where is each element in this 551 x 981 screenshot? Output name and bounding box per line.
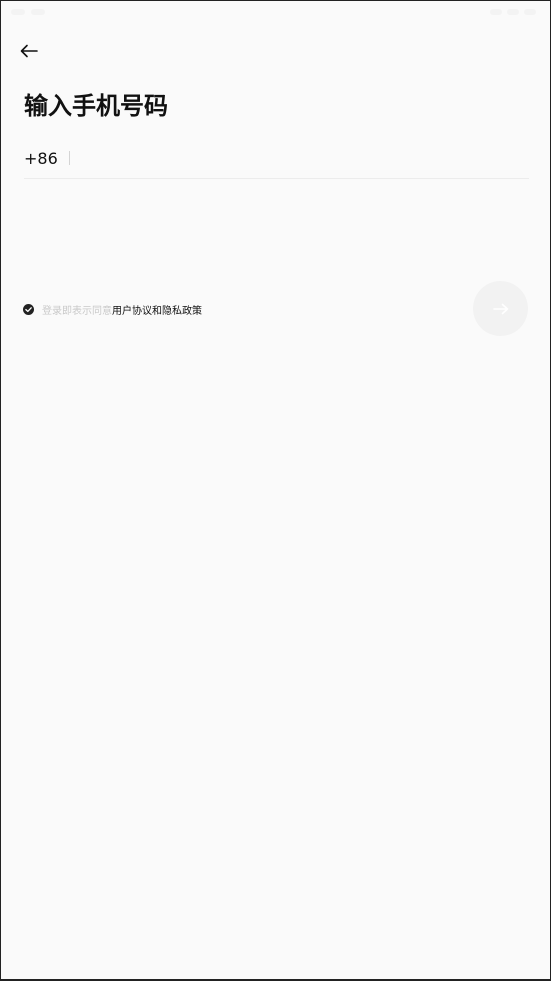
user-agreement-link[interactable]: 用户协议和隐私政策 xyxy=(112,302,202,317)
status-time xyxy=(11,9,25,15)
phone-number-input[interactable] xyxy=(80,147,520,171)
battery-icon xyxy=(524,9,536,15)
status-bar xyxy=(1,1,550,27)
arrow-right-icon xyxy=(492,303,508,314)
back-button[interactable] xyxy=(15,37,43,65)
agreement-row: 登录即表示同意 用户协议和隐私政策 xyxy=(23,301,202,317)
agreement-prefix-text: 登录即表示同意 xyxy=(42,305,112,317)
phone-input-row: +86 xyxy=(24,147,529,179)
check-circle-icon xyxy=(23,303,34,315)
country-code-selector[interactable]: +86 xyxy=(24,147,58,171)
agreement-checkbox[interactable] xyxy=(23,303,34,315)
status-bar-left xyxy=(11,9,45,15)
country-code-divider xyxy=(69,151,70,165)
arrow-left-icon xyxy=(20,44,38,58)
next-button[interactable] xyxy=(473,281,528,336)
login-screen: 输入手机号码 +86 登录即表示同意 用户协议和隐私政策 xyxy=(0,0,551,981)
wifi-icon xyxy=(507,9,519,15)
signal-icon xyxy=(490,9,502,15)
status-notification-icon xyxy=(31,9,45,15)
status-bar-right xyxy=(490,9,536,15)
page-title: 输入手机号码 xyxy=(24,92,168,120)
